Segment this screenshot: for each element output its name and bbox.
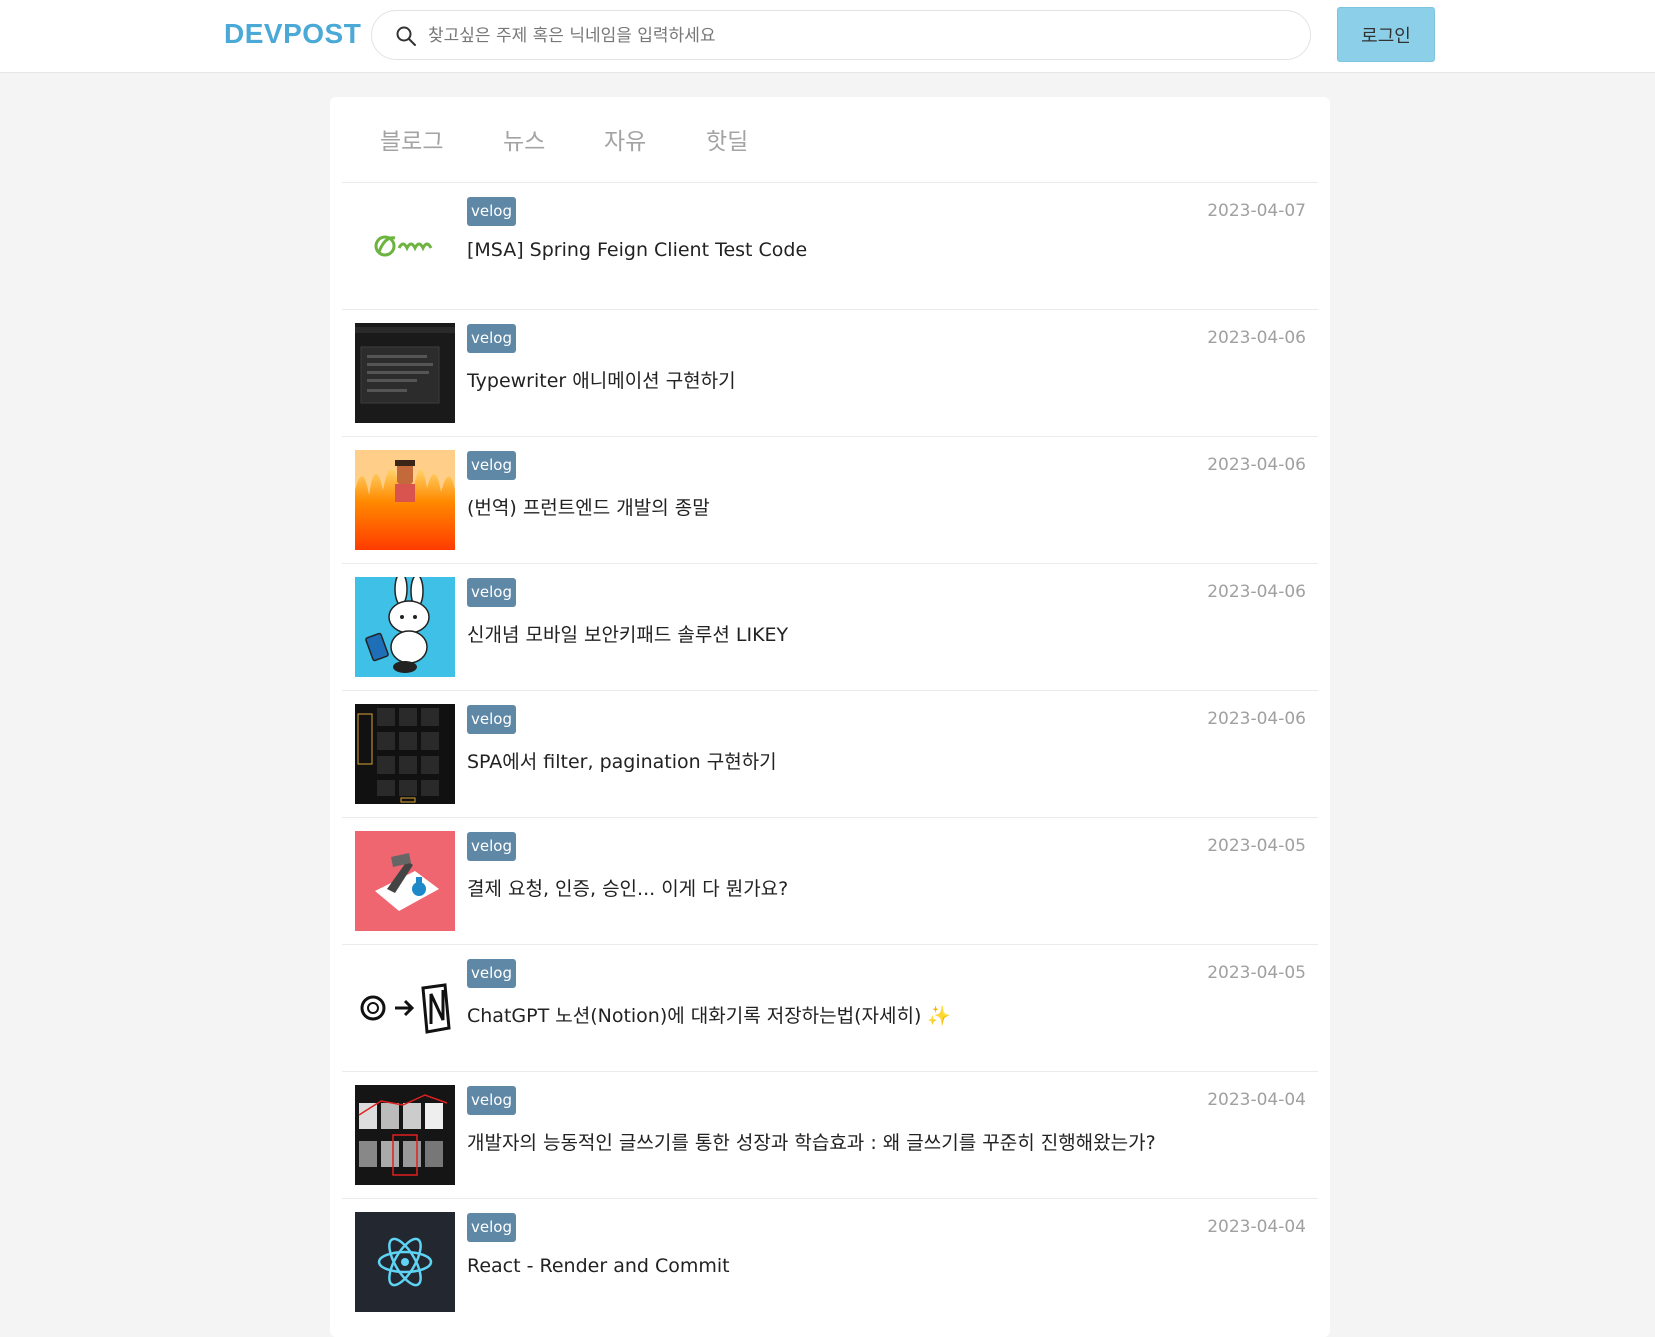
grid-screenshot-icon — [355, 704, 455, 804]
search-input[interactable] — [426, 19, 1290, 53]
tab-free[interactable]: 자유 — [604, 122, 646, 156]
source-badge: velog — [467, 959, 516, 988]
tab-blog[interactable]: 블로그 — [380, 122, 443, 156]
source-badge: velog — [467, 324, 516, 353]
post-title[interactable]: 개발자의 능동적인 글쓰기를 통한 성장과 학습효과 : 왜 글쓰기를 꾸준히 … — [467, 1128, 1156, 1155]
post-row[interactable]: velog ChatGPT 노션(Notion)에 대화기록 저장하는법(자세히… — [342, 944, 1318, 1071]
post-list: velog [MSA] Spring Feign Client Test Cod… — [342, 182, 1318, 1325]
login-button[interactable]: 로그인 — [1337, 7, 1435, 62]
tab-news[interactable]: 뉴스 — [503, 122, 545, 156]
rabbit-illustration-icon — [355, 577, 455, 677]
post-title[interactable]: 결제 요청, 인증, 승인... 이게 다 뭔가요? — [467, 874, 788, 901]
post-row[interactable]: velog React - Render and Commit 2023-04-… — [342, 1198, 1318, 1325]
post-title[interactable]: SPA에서 filter, pagination 구현하기 — [467, 747, 777, 774]
search-icon — [396, 26, 416, 46]
source-badge: velog — [467, 451, 516, 480]
post-row[interactable]: velog SPA에서 filter, pagination 구현하기 2023… — [342, 690, 1318, 817]
source-badge: velog — [467, 832, 516, 861]
post-date: 2023-04-04 — [1207, 1217, 1306, 1237]
chatgpt-notion-icon — [355, 958, 455, 1058]
post-thumbnail[interactable] — [355, 831, 455, 931]
post-date: 2023-04-06 — [1207, 709, 1306, 729]
top-header: DEVPOST 로그인 — [0, 0, 1655, 73]
post-title[interactable]: ChatGPT 노션(Notion)에 대화기록 저장하는법(자세히) ✨ — [467, 1001, 951, 1028]
source-badge: velog — [467, 1213, 516, 1242]
post-title[interactable]: React - Render and Commit — [467, 1255, 730, 1277]
post-date: 2023-04-06 — [1207, 582, 1306, 602]
post-date: 2023-04-05 — [1207, 836, 1306, 856]
devpost-logo[interactable]: DEVPOST — [224, 18, 361, 50]
post-row[interactable]: velog 결제 요청, 인증, 승인... 이게 다 뭔가요? 2023-04… — [342, 817, 1318, 944]
post-thumbnail[interactable] — [355, 450, 455, 550]
post-row[interactable]: velog 개발자의 능동적인 글쓰기를 통한 성장과 학습효과 : 왜 글쓰기… — [342, 1071, 1318, 1198]
post-date: 2023-04-06 — [1207, 328, 1306, 348]
post-row[interactable]: velog Typewriter 애니메이션 구현하기 2023-04-06 — [342, 309, 1318, 436]
react-logo-icon — [355, 1212, 455, 1312]
post-row[interactable]: velog (번역) 프런트엔드 개발의 종말 2023-04-06 — [342, 436, 1318, 563]
post-date: 2023-04-04 — [1207, 1090, 1306, 1110]
post-title[interactable]: Typewriter 애니메이션 구현하기 — [467, 366, 736, 393]
source-badge: velog — [467, 705, 516, 734]
source-badge: velog — [467, 1086, 516, 1115]
category-tabs: 블로그 뉴스 자유 핫딜 — [330, 97, 1330, 182]
tab-hotdeal[interactable]: 핫딜 — [706, 122, 748, 156]
post-title[interactable]: 신개념 모바일 보안키패드 솔루션 LIKEY — [467, 620, 788, 647]
post-title[interactable]: [MSA] Spring Feign Client Test Code — [467, 239, 807, 261]
post-thumbnail[interactable] — [355, 958, 455, 1058]
source-badge: velog — [467, 197, 516, 226]
payment-illustration-icon — [355, 831, 455, 931]
post-title[interactable]: (번역) 프런트엔드 개발의 종말 — [467, 493, 710, 520]
post-date: 2023-04-07 — [1207, 201, 1306, 221]
post-thumbnail[interactable] — [355, 323, 455, 423]
search-bar[interactable] — [371, 10, 1311, 60]
post-date: 2023-04-05 — [1207, 963, 1306, 983]
post-thumbnail[interactable] — [355, 196, 455, 296]
source-badge: velog — [467, 578, 516, 607]
post-row[interactable]: velog [MSA] Spring Feign Client Test Cod… — [342, 182, 1318, 309]
post-thumbnail[interactable] — [355, 577, 455, 677]
post-panel: 블로그 뉴스 자유 핫딜 velog [MSA] Spring Feign Cl… — [330, 97, 1330, 1337]
post-thumbnail[interactable] — [355, 1085, 455, 1185]
fire-image-icon — [355, 450, 455, 550]
post-row[interactable]: velog 신개념 모바일 보안키패드 솔루션 LIKEY 2023-04-06 — [342, 563, 1318, 690]
post-thumbnail[interactable] — [355, 704, 455, 804]
post-thumbnail[interactable] — [355, 1212, 455, 1312]
spring-logo-icon — [355, 196, 455, 296]
screenshot-image-icon — [355, 323, 455, 423]
chart-screenshot-icon — [355, 1085, 455, 1185]
post-date: 2023-04-06 — [1207, 455, 1306, 475]
